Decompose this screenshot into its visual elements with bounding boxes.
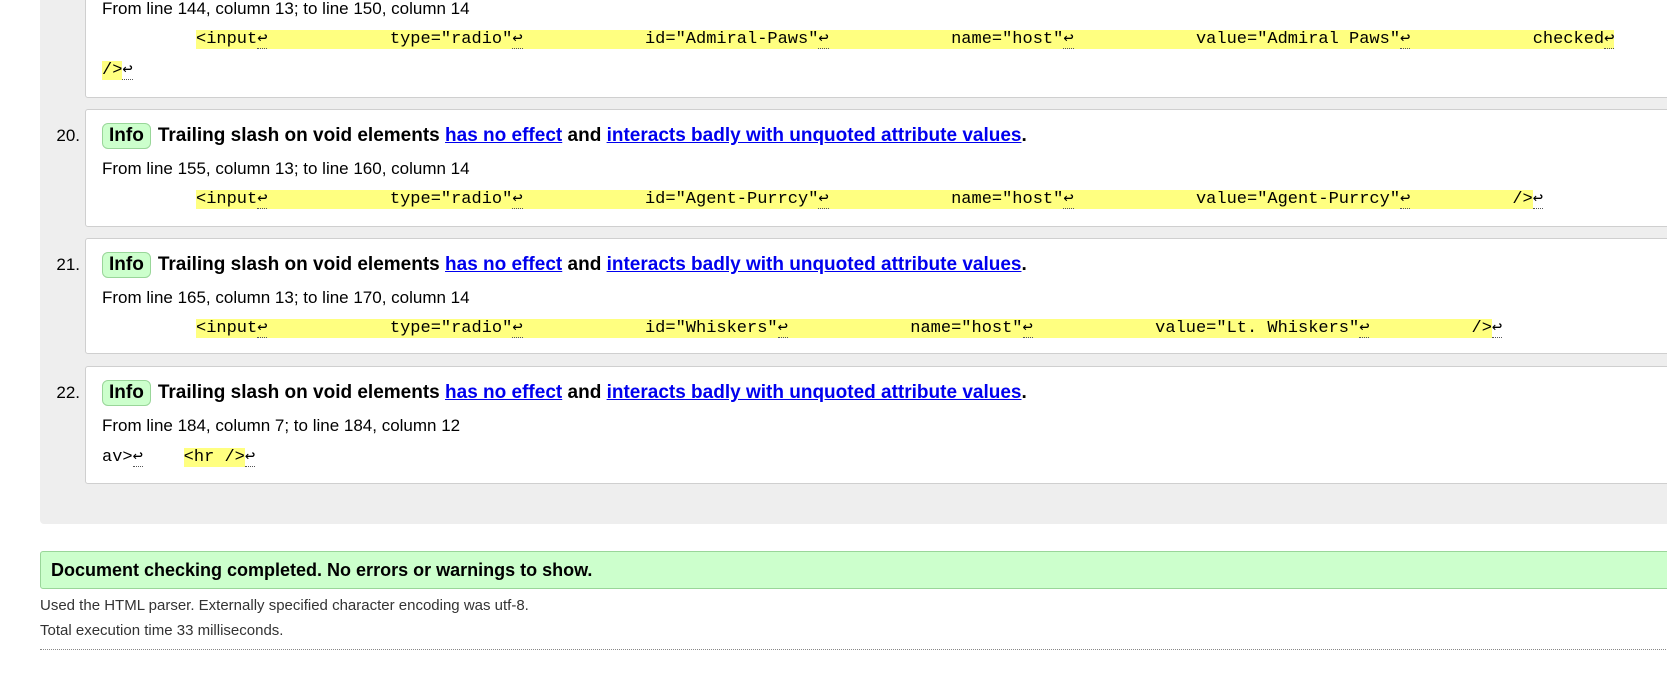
linefeed-icon: ↩ bbox=[1400, 30, 1411, 49]
message-21: Info Trailing slash on void elements has … bbox=[85, 238, 1667, 354]
message-number: 20. bbox=[56, 126, 80, 145]
message-19: From line 144, column 13; to line 150, c… bbox=[85, 0, 1667, 98]
parser-note: Used the HTML parser. Externally specifi… bbox=[40, 597, 529, 614]
linefeed-icon: ↩ bbox=[818, 190, 829, 209]
info-badge: Info bbox=[102, 123, 151, 149]
extract-highlight: <input↩ type="radio"↩ id="Agent-Purrcy"↩… bbox=[196, 190, 1533, 209]
extract-highlight: <input↩ type="radio"↩ id="Admiral-Paws"↩… bbox=[196, 30, 1615, 49]
linefeed-icon: ↩ bbox=[257, 190, 268, 209]
message-extract: av>↩ <hr />↩ bbox=[102, 448, 256, 467]
message-location: From line 165, column 13; to line 170, c… bbox=[102, 288, 470, 307]
message-text: Trailing slash on void elements has no e… bbox=[157, 125, 1027, 146]
message-22: Info Trailing slash on void elements has … bbox=[85, 366, 1667, 484]
linefeed-icon: ↩ bbox=[257, 319, 268, 338]
message-extract-continued: />↩ bbox=[102, 61, 133, 80]
linefeed-icon: ↩ bbox=[1604, 30, 1615, 49]
linefeed-icon: ↩ bbox=[512, 319, 523, 338]
interacts-badly-link[interactable]: interacts badly with unquoted attribute … bbox=[607, 254, 1022, 275]
linefeed-icon: ↩ bbox=[1491, 319, 1503, 338]
message-text: Trailing slash on void elements has no e… bbox=[157, 254, 1027, 275]
linefeed-icon: ↩ bbox=[244, 448, 256, 467]
linefeed-icon: ↩ bbox=[512, 190, 523, 209]
linefeed-icon: ↩ bbox=[1063, 30, 1074, 49]
linefeed-icon: ↩ bbox=[512, 30, 523, 49]
linefeed-icon: ↩ bbox=[257, 30, 268, 49]
linefeed-icon: ↩ bbox=[1022, 319, 1033, 338]
linefeed-icon: ↩ bbox=[132, 448, 143, 467]
message-number: 21. bbox=[56, 255, 80, 274]
linefeed-icon: ↩ bbox=[1063, 190, 1074, 209]
execution-time: Total execution time 33 milliseconds. bbox=[40, 622, 284, 639]
message-number: 22. bbox=[56, 383, 80, 402]
interacts-badly-link[interactable]: interacts badly with unquoted attribute … bbox=[607, 125, 1022, 146]
linefeed-icon: ↩ bbox=[1532, 190, 1543, 209]
message-location: From line 155, column 13; to line 160, c… bbox=[102, 159, 470, 178]
message-20: Info Trailing slash on void elements has … bbox=[85, 109, 1667, 227]
message-location: From line 144, column 13; to line 150, c… bbox=[102, 0, 470, 18]
divider bbox=[40, 649, 1667, 650]
success-summary: Document checking completed. No errors o… bbox=[40, 551, 1667, 589]
info-badge: Info bbox=[102, 380, 151, 406]
message-text: Trailing slash on void elements has no e… bbox=[157, 382, 1027, 403]
has-no-effect-link[interactable]: has no effect bbox=[445, 382, 562, 403]
linefeed-icon: ↩ bbox=[1400, 190, 1411, 209]
linefeed-icon: ↩ bbox=[818, 30, 829, 49]
linefeed-icon: ↩ bbox=[122, 61, 133, 80]
extract-highlight: <input↩ type="radio"↩ id="Whiskers"↩ nam… bbox=[196, 319, 1492, 338]
message-location: From line 184, column 7; to line 184, co… bbox=[102, 416, 461, 435]
message-heading: Info Trailing slash on void elements has … bbox=[102, 123, 1027, 149]
extract-highlight: <hr /> bbox=[183, 448, 245, 467]
interacts-badly-link[interactable]: interacts badly with unquoted attribute … bbox=[607, 382, 1022, 403]
message-heading: Info Trailing slash on void elements has … bbox=[102, 380, 1027, 406]
info-badge: Info bbox=[102, 252, 151, 278]
linefeed-icon: ↩ bbox=[1359, 319, 1370, 338]
message-extract: <input↩ type="radio"↩ id="Agent-Purrcy"↩… bbox=[196, 190, 1543, 210]
linefeed-icon: ↩ bbox=[777, 319, 788, 338]
message-extract: <input↩ type="radio"↩ id="Admiral-Paws"↩… bbox=[196, 30, 1615, 50]
has-no-effect-link[interactable]: has no effect bbox=[445, 125, 562, 146]
message-extract: <input↩ type="radio"↩ id="Whiskers"↩ nam… bbox=[196, 319, 1503, 339]
message-heading: Info Trailing slash on void elements has … bbox=[102, 252, 1027, 278]
has-no-effect-link[interactable]: has no effect bbox=[445, 254, 562, 275]
